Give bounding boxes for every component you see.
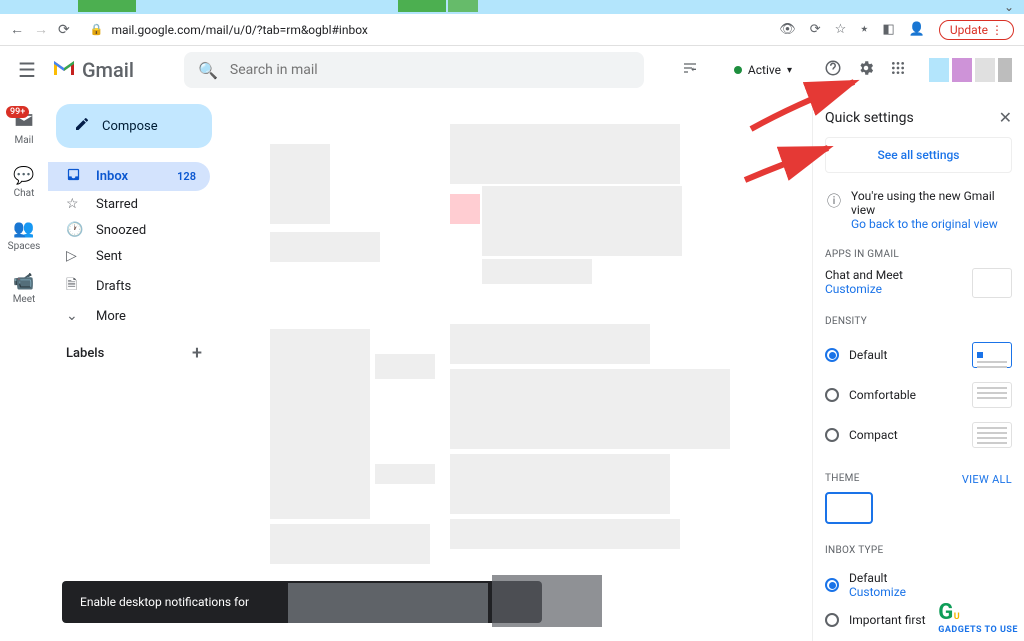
apps-grid-icon[interactable] [890,60,906,81]
quick-settings-panel: Quick settings ✕ See all settings ⓘ You'… [812,94,1024,641]
see-all-settings-button[interactable]: See all settings [825,137,1012,173]
window-titlebar: ⌄ [0,0,1024,14]
eye-icon[interactable]: 👁 [779,22,796,37]
tune-icon[interactable] [682,60,716,80]
update-button[interactable]: Update ⋮ [939,20,1014,40]
labels-header: Labels + [48,329,220,364]
customize-apps-link[interactable]: Customize [825,282,903,296]
gear-icon[interactable] [857,59,875,82]
back-icon[interactable]: ← [10,21,24,38]
document-icon: 🗎 [66,274,82,298]
sent-icon: ▷ [66,248,82,264]
theme-view-all-link[interactable]: View all [962,473,1012,486]
lock-icon: 🔒 [90,23,104,36]
theme-thumbnail[interactable] [825,492,873,524]
gmail-header: ☰ Gmail 🔍 Active ▾ [0,46,1024,94]
rail-mail[interactable]: 99+ Mail [14,112,34,146]
chevron-down-icon: ⌄ [66,308,82,324]
apps-preview-thumb [972,268,1012,298]
chevron-down-icon: ▾ [787,65,792,76]
sidebar-item-inbox[interactable]: Inbox 128 [48,162,210,191]
radio-icon [825,388,839,402]
gmail-logo-icon [52,59,76,81]
search-input[interactable] [230,62,630,78]
chevron-down-icon[interactable]: ⌄ [1004,0,1014,14]
sidebar-item-snoozed[interactable]: 🕐 Snoozed [48,217,210,243]
help-icon[interactable] [824,59,842,82]
add-label-button[interactable]: + [192,343,202,364]
density-default[interactable]: Default [825,335,1012,375]
status-dot-icon [734,66,742,74]
search-box[interactable]: 🔍 [184,52,644,88]
revert-view-link[interactable]: Go back to the original view [851,217,1010,231]
radio-icon [825,578,839,592]
forward-icon[interactable]: → [34,21,48,38]
clock-icon: 🕐 [66,222,82,238]
sidebar-item-more[interactable]: ⌄ More [48,303,210,329]
radio-icon [825,348,839,362]
pencil-icon [74,116,90,136]
chat-icon: 💬 [13,166,34,186]
density-comfortable[interactable]: Comfortable [825,375,1012,415]
profile-icon[interactable]: 👤 [909,22,925,37]
radio-icon [825,428,839,442]
url-text: mail.google.com/mail/u/0/?tab=rm&ogbl#in… [111,23,367,37]
left-rail: 99+ Mail 💬 Chat 👥 Spaces 📹 Meet [0,94,48,641]
density-preview-thumb [972,382,1012,408]
density-compact[interactable]: Compact [825,415,1012,455]
sidebar-item-drafts[interactable]: 🗎 Drafts [48,269,210,303]
status-pill[interactable]: Active ▾ [726,59,800,81]
sync-icon[interactable]: ⟳ [810,22,821,37]
sidebar-item-sent[interactable]: ▷ Sent [48,243,210,269]
watermark: GU GADGETS TO USE [938,600,1018,635]
search-icon: 🔍 [198,61,218,80]
mail-icon: 99+ [14,112,34,133]
star-icon: ☆ [66,196,82,212]
mail-content [220,94,812,641]
gmail-brand-text: Gmail [82,58,134,82]
settings-title: Quick settings [825,110,914,126]
browser-toolbar: ← → ⟳ 🔒 mail.google.com/mail/u/0/?tab=rm… [0,14,1024,46]
rail-spaces[interactable]: 👥 Spaces [8,219,41,252]
avatar[interactable] [929,58,1012,82]
notification-toast[interactable]: Enable desktop notifications for [62,581,542,623]
spaces-icon: 👥 [13,219,34,239]
info-banner: ⓘ You're using the new Gmail view Go bac… [825,189,1012,231]
density-preview-thumb [972,422,1012,448]
hamburger-icon[interactable]: ☰ [12,58,42,82]
extensions-icon[interactable]: ⋆ [860,22,868,37]
reload-icon[interactable]: ⟳ [58,22,70,38]
customize-inbox-link[interactable]: Customize [849,585,906,599]
info-icon: ⓘ [827,191,841,211]
meet-icon: 📹 [13,272,34,292]
radio-icon [825,613,839,627]
more-icon: ⋮ [991,23,1003,37]
sidebar: Compose Inbox 128 ☆ Starred 🕐 Snoozed ▷ … [48,94,220,641]
panel-icon[interactable]: ◧ [882,22,894,37]
sidebar-item-starred[interactable]: ☆ Starred [48,191,210,217]
rail-meet[interactable]: 📹 Meet [13,272,36,305]
address-bar[interactable]: 🔒 mail.google.com/mail/u/0/?tab=rm&ogbl#… [80,23,769,37]
close-icon[interactable]: ✕ [999,108,1012,127]
density-preview-thumb [972,342,1012,368]
gmail-logo[interactable]: Gmail [52,58,134,82]
star-icon[interactable]: ☆ [835,22,847,37]
compose-button[interactable]: Compose [56,104,212,148]
rail-chat[interactable]: 💬 Chat [13,166,34,199]
inbox-icon [66,167,82,186]
